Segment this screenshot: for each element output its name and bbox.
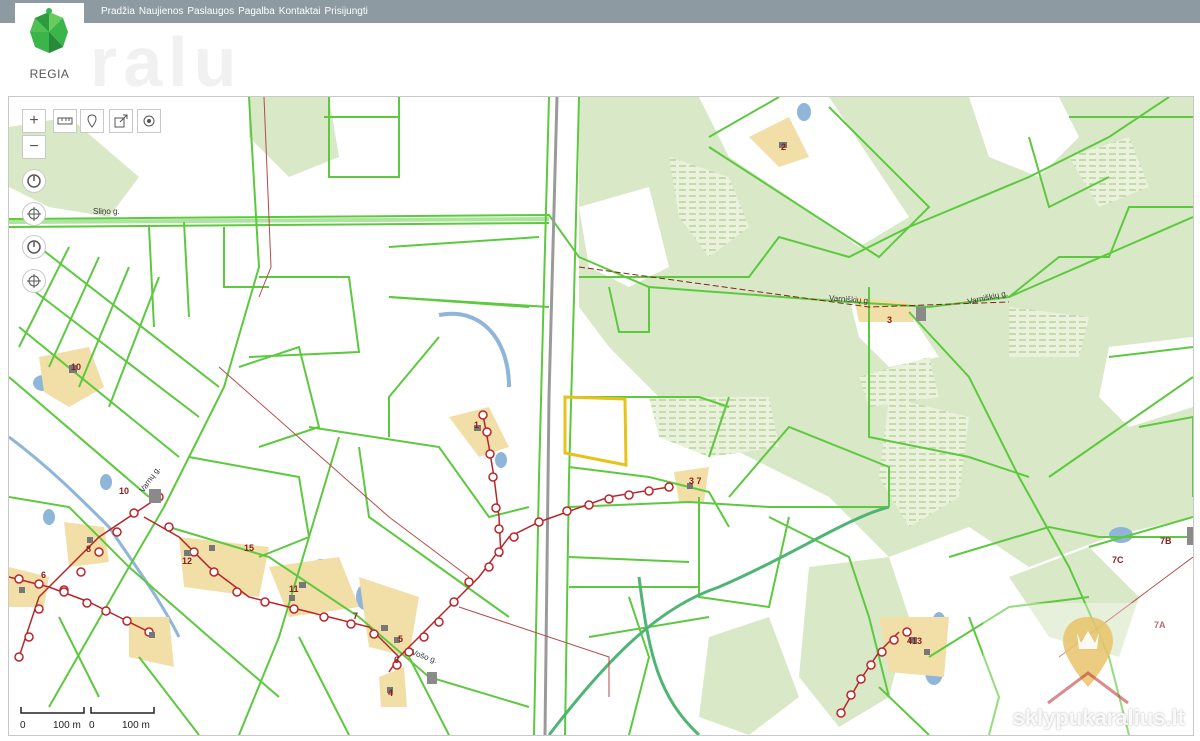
nav-item-login[interactable]: Prisijungti (325, 0, 372, 23)
scale-left-value: 100 m (53, 720, 81, 731)
crosshair-button-2[interactable] (22, 269, 46, 293)
nav-item-help[interactable]: Pagalba (238, 0, 279, 23)
crosshair-icon (27, 207, 41, 221)
parcel-label: 5 (398, 634, 404, 644)
zoom-in-button[interactable]: + (22, 109, 46, 133)
map-pin-icon (87, 114, 97, 128)
share-icon (114, 114, 128, 128)
main-nav: Pradžia Naujienos Paslaugos Pagalba Kont… (101, 0, 372, 23)
parcel-label: 7B (1160, 536, 1172, 546)
selected-parcel[interactable] (563, 395, 628, 467)
parcel-label: 413 (907, 636, 923, 646)
parcel-label: 15 (244, 543, 255, 553)
nav-item-contacts[interactable]: Kontaktai (279, 0, 325, 23)
logo[interactable]: REGIA (15, 3, 84, 87)
logo-text: REGIA (29, 67, 70, 81)
measure-tool-button[interactable] (53, 109, 77, 133)
parcel-label: 3 (887, 315, 893, 325)
crosshair-button[interactable] (22, 202, 46, 226)
scale-left-zero: 0 (20, 720, 26, 731)
parcel-label: 4 (388, 688, 394, 698)
regia-logo-icon (30, 8, 68, 53)
parcel-label: 1 (474, 420, 480, 430)
parcel-label: 8 (86, 544, 92, 554)
export-button[interactable] (109, 109, 133, 133)
parcel-label: 11 (289, 584, 299, 594)
history-button-2[interactable] (22, 235, 46, 259)
parcel-label: 6 (41, 570, 47, 580)
parcel-label: 12 (182, 556, 193, 566)
scale-right-zero: 0 (89, 720, 95, 731)
parcel-label: 2 (781, 142, 787, 152)
history-button[interactable] (22, 169, 46, 193)
target-icon (143, 115, 155, 127)
nav-item-services[interactable]: Paslaugos (187, 0, 238, 23)
top-navigation-bar: Pradžia Naujienos Paslaugos Pagalba Kont… (0, 0, 1200, 23)
scale-right-value: 100 m (122, 720, 150, 731)
clock-icon (27, 174, 41, 188)
place-marker-button[interactable] (80, 109, 104, 133)
road-label-slino: Sliņo g. (93, 207, 120, 216)
locate-me-button[interactable] (137, 109, 161, 133)
watermark-text: sklypukaralius.lt (1012, 705, 1185, 730)
nav-item-home[interactable]: Pradžia (101, 0, 139, 23)
zoom-out-button[interactable]: − (22, 135, 46, 159)
parcel-label: 7 (353, 611, 359, 621)
site-watermark: sklypukaralius.lt (983, 603, 1193, 735)
background-watermark: ralu (90, 23, 243, 101)
parcel-label: 10 (71, 362, 82, 372)
nav-item-news[interactable]: Naujienos (139, 0, 187, 23)
parcel-label: 7C (1112, 555, 1124, 565)
scale-bar (20, 707, 155, 714)
ruler-icon (57, 117, 73, 125)
parcel-label: 3 7 (689, 476, 702, 486)
clock-icon (27, 240, 41, 254)
parcel-label: 6 (394, 655, 400, 665)
map-viewport[interactable]: Sliņo g. Varniškių g. Varniškių g. Varnų… (8, 96, 1194, 736)
parcel-label: 10 (119, 486, 130, 496)
crosshair-icon (27, 274, 41, 288)
